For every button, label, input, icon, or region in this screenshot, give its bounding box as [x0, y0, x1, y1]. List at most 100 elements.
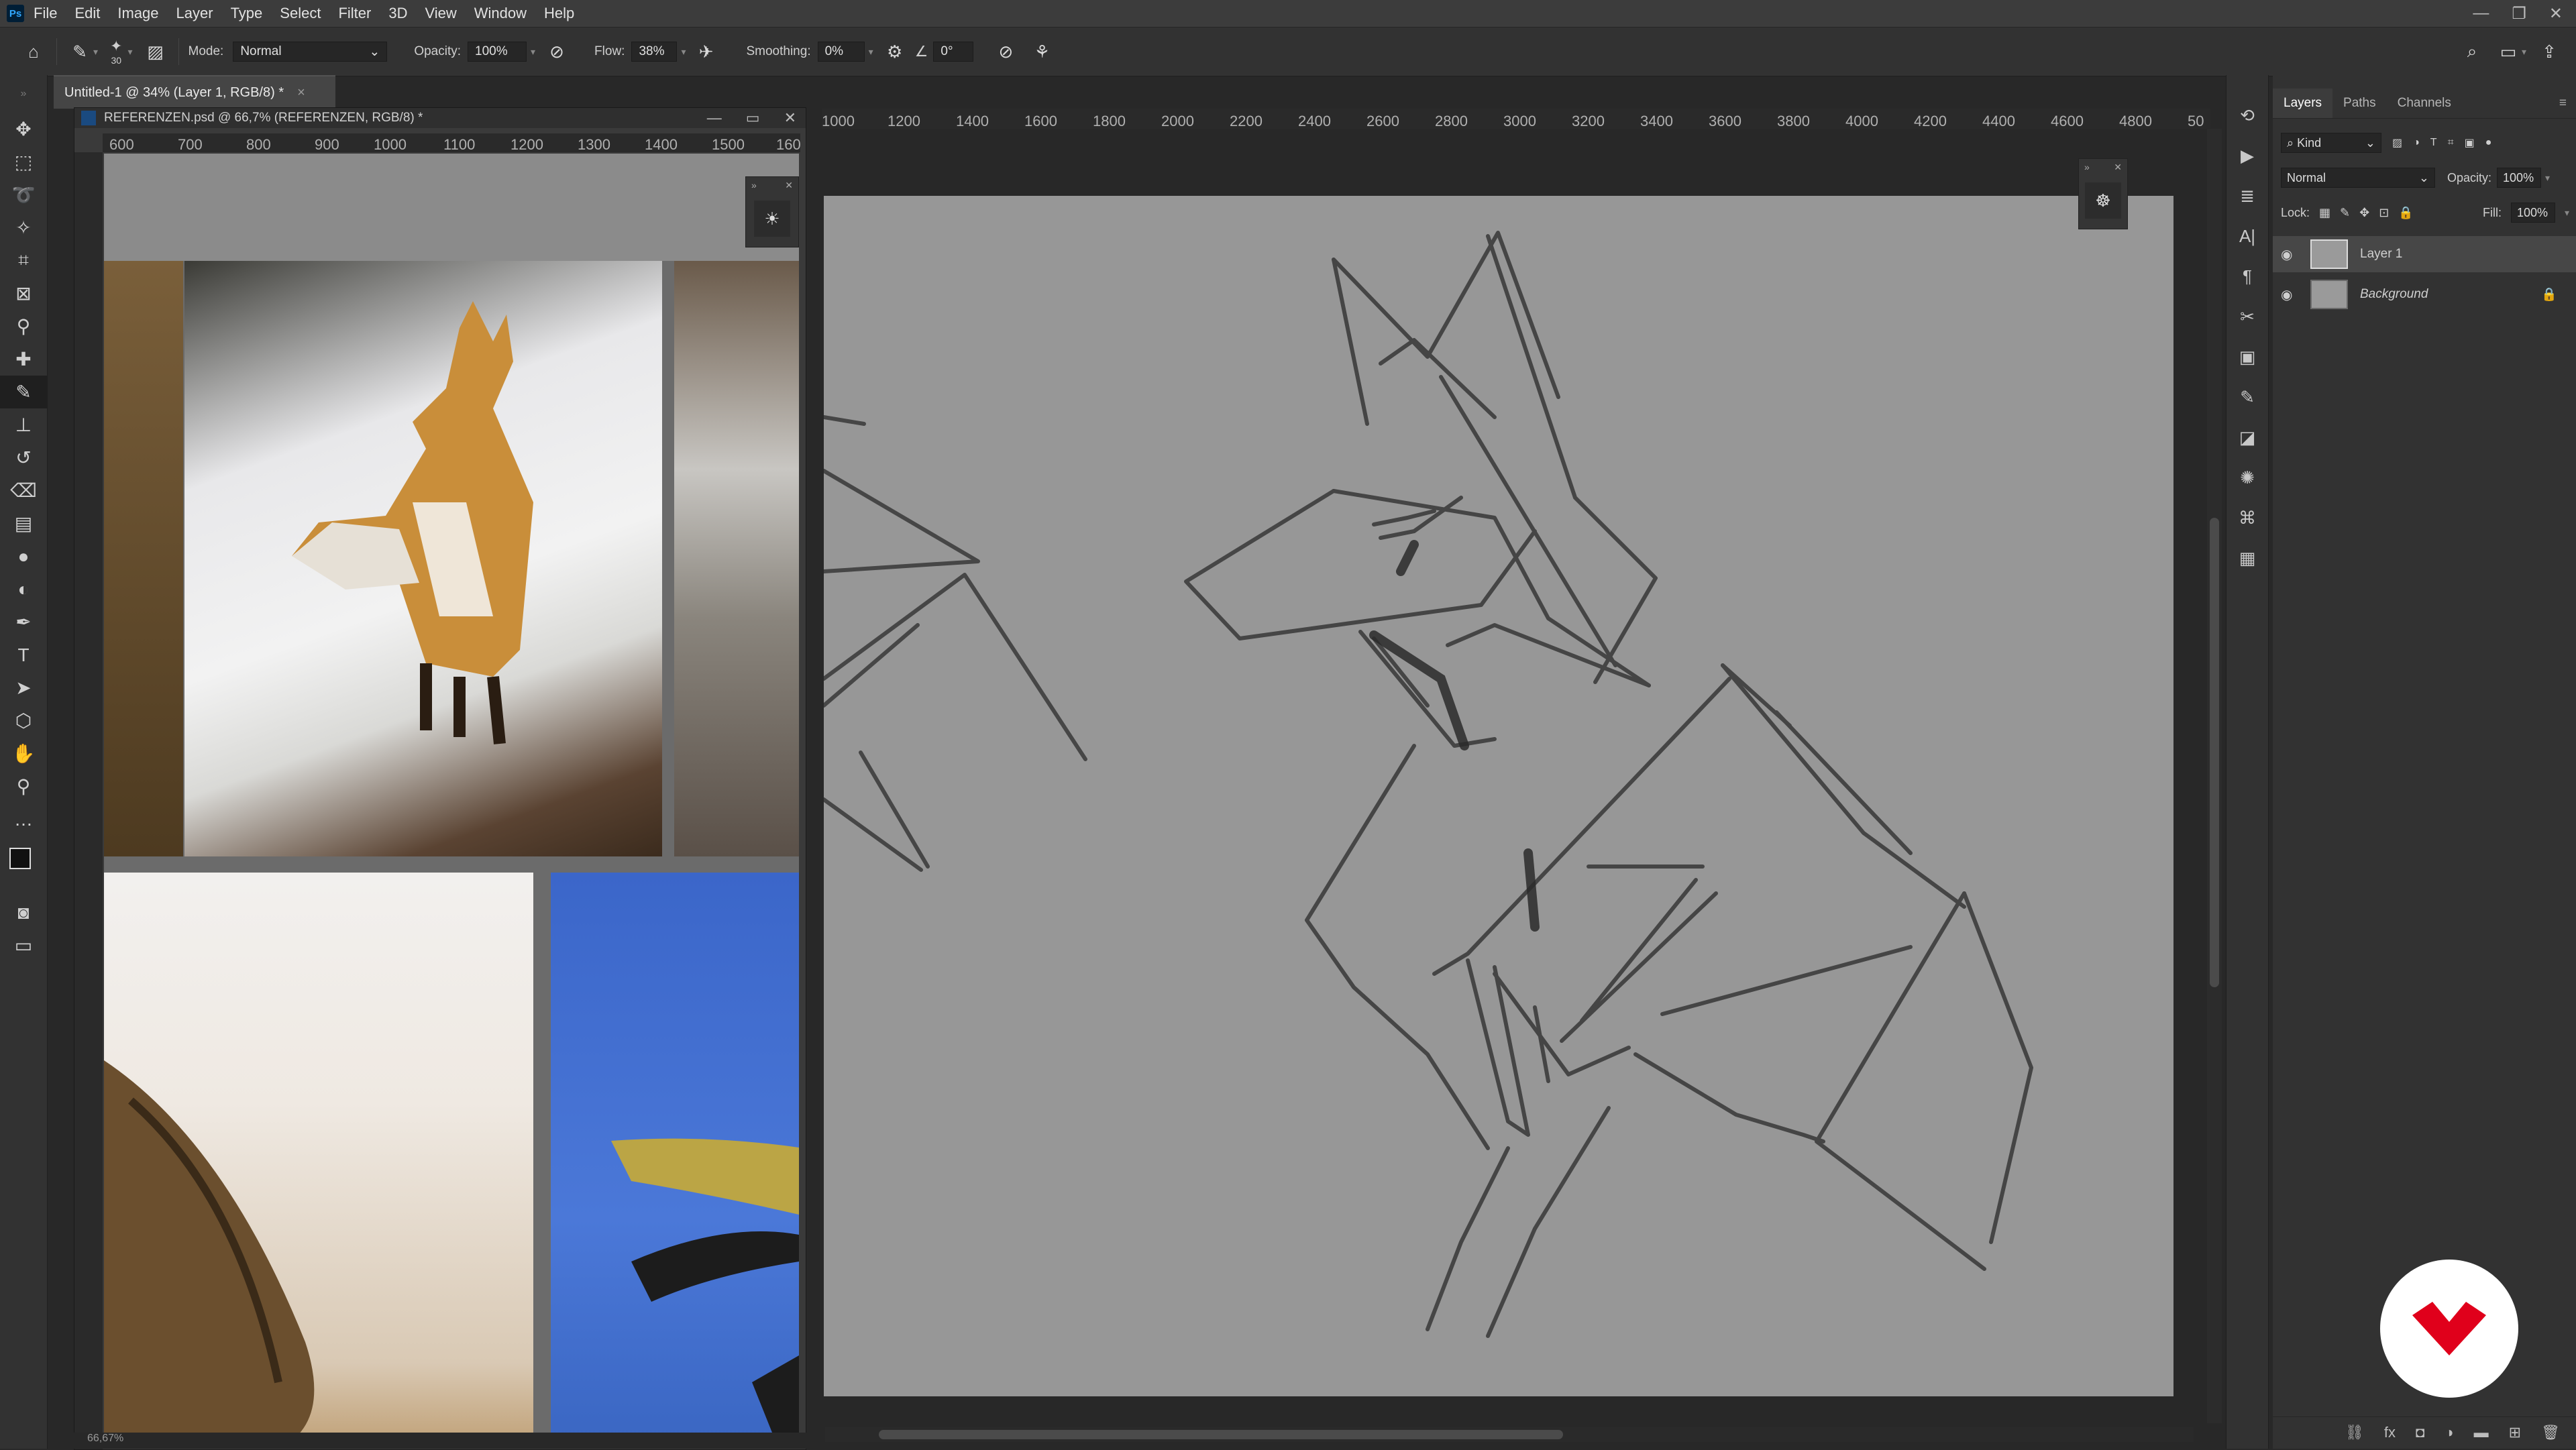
history-icon[interactable]: ⟲: [2226, 95, 2268, 135]
quick-mask-icon[interactable]: ◙: [0, 896, 47, 929]
dropdown-arrow-icon[interactable]: ▾: [2522, 46, 2526, 58]
lasso-icon[interactable]: ➰: [0, 178, 47, 211]
workspace-icon[interactable]: ▭: [2495, 38, 2522, 65]
gradient-icon[interactable]: ▤: [0, 507, 47, 540]
stamp-icon[interactable]: ⊥: [0, 408, 47, 441]
dropdown-arrow-icon[interactable]: ▾: [531, 46, 535, 58]
healing-icon[interactable]: ✚: [0, 343, 47, 376]
visibility-eye-icon[interactable]: ◉: [2281, 246, 2301, 263]
scroll-thumb[interactable]: [879, 1430, 1563, 1439]
link-layers-icon[interactable]: ⛓: [2345, 1424, 2364, 1441]
minimize-icon[interactable]: —: [707, 109, 722, 127]
layer-filter-select[interactable]: ⌕ Kind ⌄: [2281, 133, 2381, 153]
add-mask-icon[interactable]: ◘: [2416, 1424, 2424, 1441]
pressure-size-icon[interactable]: ⊘: [992, 38, 1019, 65]
reference-window-titlebar[interactable]: REFERENZEN.psd @ 66,7% (REFERENZEN, RGB/…: [74, 108, 806, 128]
path-select-icon[interactable]: ➤: [0, 671, 47, 704]
blend-mode-select[interactable]: Normal ⌄: [2281, 168, 2435, 188]
hand-icon[interactable]: ✋: [0, 737, 47, 770]
close-icon[interactable]: ✕: [2549, 4, 2563, 23]
paragraph-icon[interactable]: ¶: [2226, 256, 2268, 296]
close-icon[interactable]: ✕: [2114, 162, 2122, 173]
shape-icon[interactable]: ⬡: [0, 704, 47, 737]
close-icon[interactable]: ✕: [785, 180, 793, 191]
tab-paths[interactable]: Paths: [2332, 89, 2387, 118]
visibility-eye-icon[interactable]: ◉: [2281, 286, 2301, 303]
pressure-opacity-icon[interactable]: ⊘: [543, 38, 570, 65]
dodge-icon[interactable]: ◐: [0, 573, 47, 606]
blur-icon[interactable]: ●: [0, 540, 47, 573]
gear-icon[interactable]: ⚙: [881, 38, 908, 65]
opacity-field[interactable]: 100%: [468, 42, 527, 62]
document-tab[interactable]: Untitled-1 @ 34% (Layer 1, RGB/8) * ×: [54, 75, 335, 109]
lock-transparency-icon[interactable]: ▦: [2319, 206, 2330, 220]
expand-icon[interactable]: »: [2084, 162, 2090, 173]
brightness-icon[interactable]: ☀: [754, 201, 790, 237]
lock-image-icon[interactable]: ✎: [2340, 206, 2350, 220]
eraser-icon[interactable]: ⌫: [0, 474, 47, 507]
dropdown-arrow-icon[interactable]: ▾: [869, 46, 873, 58]
maximize-icon[interactable]: ▭: [746, 109, 760, 127]
filter-type-icon[interactable]: T: [2430, 137, 2437, 149]
share-icon[interactable]: ⇪: [2536, 38, 2563, 65]
history-brush-icon[interactable]: ↺: [0, 441, 47, 474]
panel-collapse-icon[interactable]: »: [0, 75, 47, 113]
reference-canvas[interactable]: [104, 154, 799, 1448]
more-icon[interactable]: …: [0, 803, 47, 836]
document-canvas[interactable]: [822, 196, 2174, 1396]
symmetry-icon[interactable]: ⚘: [1028, 38, 1055, 65]
layer-row[interactable]: ◉ Layer 1: [2273, 236, 2576, 272]
screen-mode-icon[interactable]: ▭: [0, 929, 47, 962]
delete-layer-icon[interactable]: 🗑: [2541, 1424, 2560, 1441]
new-group-icon[interactable]: ▬: [2474, 1424, 2489, 1441]
restore-icon[interactable]: ❐: [2512, 4, 2526, 23]
lock-position-icon[interactable]: ✥: [2359, 206, 2369, 220]
tab-channels[interactable]: Channels: [2387, 89, 2462, 118]
foreground-color[interactable]: [9, 848, 31, 869]
actions-icon[interactable]: ▶: [2226, 135, 2268, 176]
zoom-icon[interactable]: ⚲: [0, 770, 47, 803]
dropdown-arrow-icon[interactable]: ▾: [127, 46, 132, 58]
mode-select[interactable]: Normal ⌄: [233, 42, 388, 62]
menu-layer[interactable]: Layer: [176, 5, 213, 22]
close-tab-icon[interactable]: ×: [297, 85, 305, 101]
tools-icon[interactable]: ✂: [2226, 296, 2268, 337]
character-icon[interactable]: A|: [2226, 216, 2268, 256]
angle-field[interactable]: 0°: [933, 42, 974, 62]
menu-file[interactable]: File: [34, 5, 57, 22]
pen-icon[interactable]: ✒: [0, 606, 47, 638]
magic-wand-icon[interactable]: ✧: [0, 211, 47, 244]
brushes-icon[interactable]: ✎: [2226, 377, 2268, 417]
tab-layers[interactable]: Layers: [2273, 89, 2333, 118]
lock-all-icon[interactable]: 🔒: [2398, 206, 2413, 220]
adjustments-icon[interactable]: ◪: [2226, 417, 2268, 457]
color-swatches[interactable]: [0, 836, 47, 896]
smoothing-field[interactable]: 0%: [817, 42, 865, 62]
crop-icon[interactable]: ⌗: [0, 244, 47, 277]
vertical-scrollbar[interactable]: [2207, 129, 2222, 1423]
marquee-icon[interactable]: ⬚: [0, 146, 47, 178]
flow-field[interactable]: 38%: [631, 42, 678, 62]
filter-adjustment-icon[interactable]: ◑: [2413, 137, 2420, 149]
expand-icon[interactable]: »: [751, 180, 757, 191]
brush-settings-icon[interactable]: ▨: [142, 38, 169, 65]
move-icon[interactable]: ✥: [0, 113, 47, 146]
menu-image[interactable]: Image: [117, 5, 158, 22]
layer-row[interactable]: ◉ Background 🔒: [2273, 276, 2576, 313]
dropdown-arrow-icon[interactable]: ▾: [2545, 172, 2550, 184]
menu-edit[interactable]: Edit: [74, 5, 100, 22]
menu-filter[interactable]: Filter: [338, 5, 371, 22]
new-layer-icon[interactable]: ⊞: [2509, 1424, 2521, 1441]
brush-size-picker[interactable]: ✦ 30: [110, 38, 122, 66]
scroll-thumb[interactable]: [2210, 518, 2219, 987]
brush-icon[interactable]: ✎: [0, 376, 47, 408]
properties-icon[interactable]: ≣: [2226, 176, 2268, 216]
layer-style-icon[interactable]: fx: [2384, 1424, 2396, 1441]
eyedropper-icon[interactable]: ⚲: [0, 310, 47, 343]
brush-preset-icon[interactable]: ✎: [66, 38, 93, 65]
close-icon[interactable]: ✕: [784, 109, 796, 127]
filter-smart-object-icon[interactable]: ▣: [2465, 136, 2475, 150]
layer-opacity-field[interactable]: 100%: [2497, 168, 2542, 188]
filter-toggle-icon[interactable]: ●: [2485, 137, 2492, 149]
menu-3d[interactable]: 3D: [388, 5, 407, 22]
